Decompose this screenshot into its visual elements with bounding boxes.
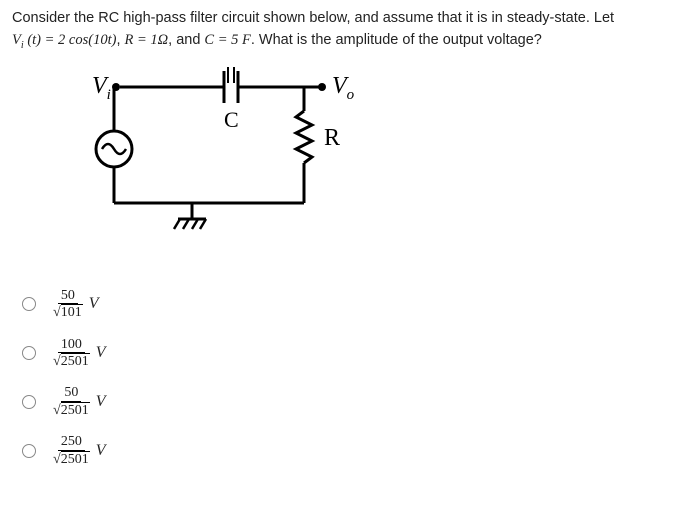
option-2[interactable]: 100 √2501 V	[22, 337, 668, 370]
radio-icon[interactable]	[22, 346, 36, 360]
label-vo: Vo	[332, 73, 355, 103]
option-2-fraction: 100 √2501	[50, 337, 93, 370]
option-1-unit: V	[89, 295, 99, 313]
option-1[interactable]: 50 √101 V	[22, 288, 668, 321]
option-3-fraction: 50 √2501	[50, 385, 93, 418]
answer-options: 50 √101 V 100 √2501 V 50 √2501 V 250 √25…	[22, 288, 668, 467]
option-1-fraction: 50 √101	[50, 288, 86, 321]
circuit-diagram: Vi C Vo R	[52, 63, 668, 268]
question-text: Consider the RC high-pass filter circuit…	[12, 8, 668, 53]
option-3[interactable]: 50 √2501 V	[22, 385, 668, 418]
radio-icon[interactable]	[22, 297, 36, 311]
eq-c: C = 5 F	[204, 32, 250, 48]
option-4-unit: V	[96, 442, 106, 460]
radio-icon[interactable]	[22, 444, 36, 458]
option-3-unit: V	[96, 393, 106, 411]
option-2-unit: V	[96, 344, 106, 362]
radio-icon[interactable]	[22, 395, 36, 409]
question-line1: Consider the RC high-pass filter circuit…	[12, 10, 614, 26]
eq-vi: Vi (t) = 2 cos(10t)	[12, 32, 116, 48]
label-r: R	[324, 125, 340, 151]
label-vi: Vi	[92, 73, 111, 103]
label-c: C	[224, 107, 239, 132]
option-4-fraction: 250 √2501	[50, 434, 93, 467]
option-4[interactable]: 250 √2501 V	[22, 434, 668, 467]
eq-r: R = 1Ω	[125, 32, 169, 48]
